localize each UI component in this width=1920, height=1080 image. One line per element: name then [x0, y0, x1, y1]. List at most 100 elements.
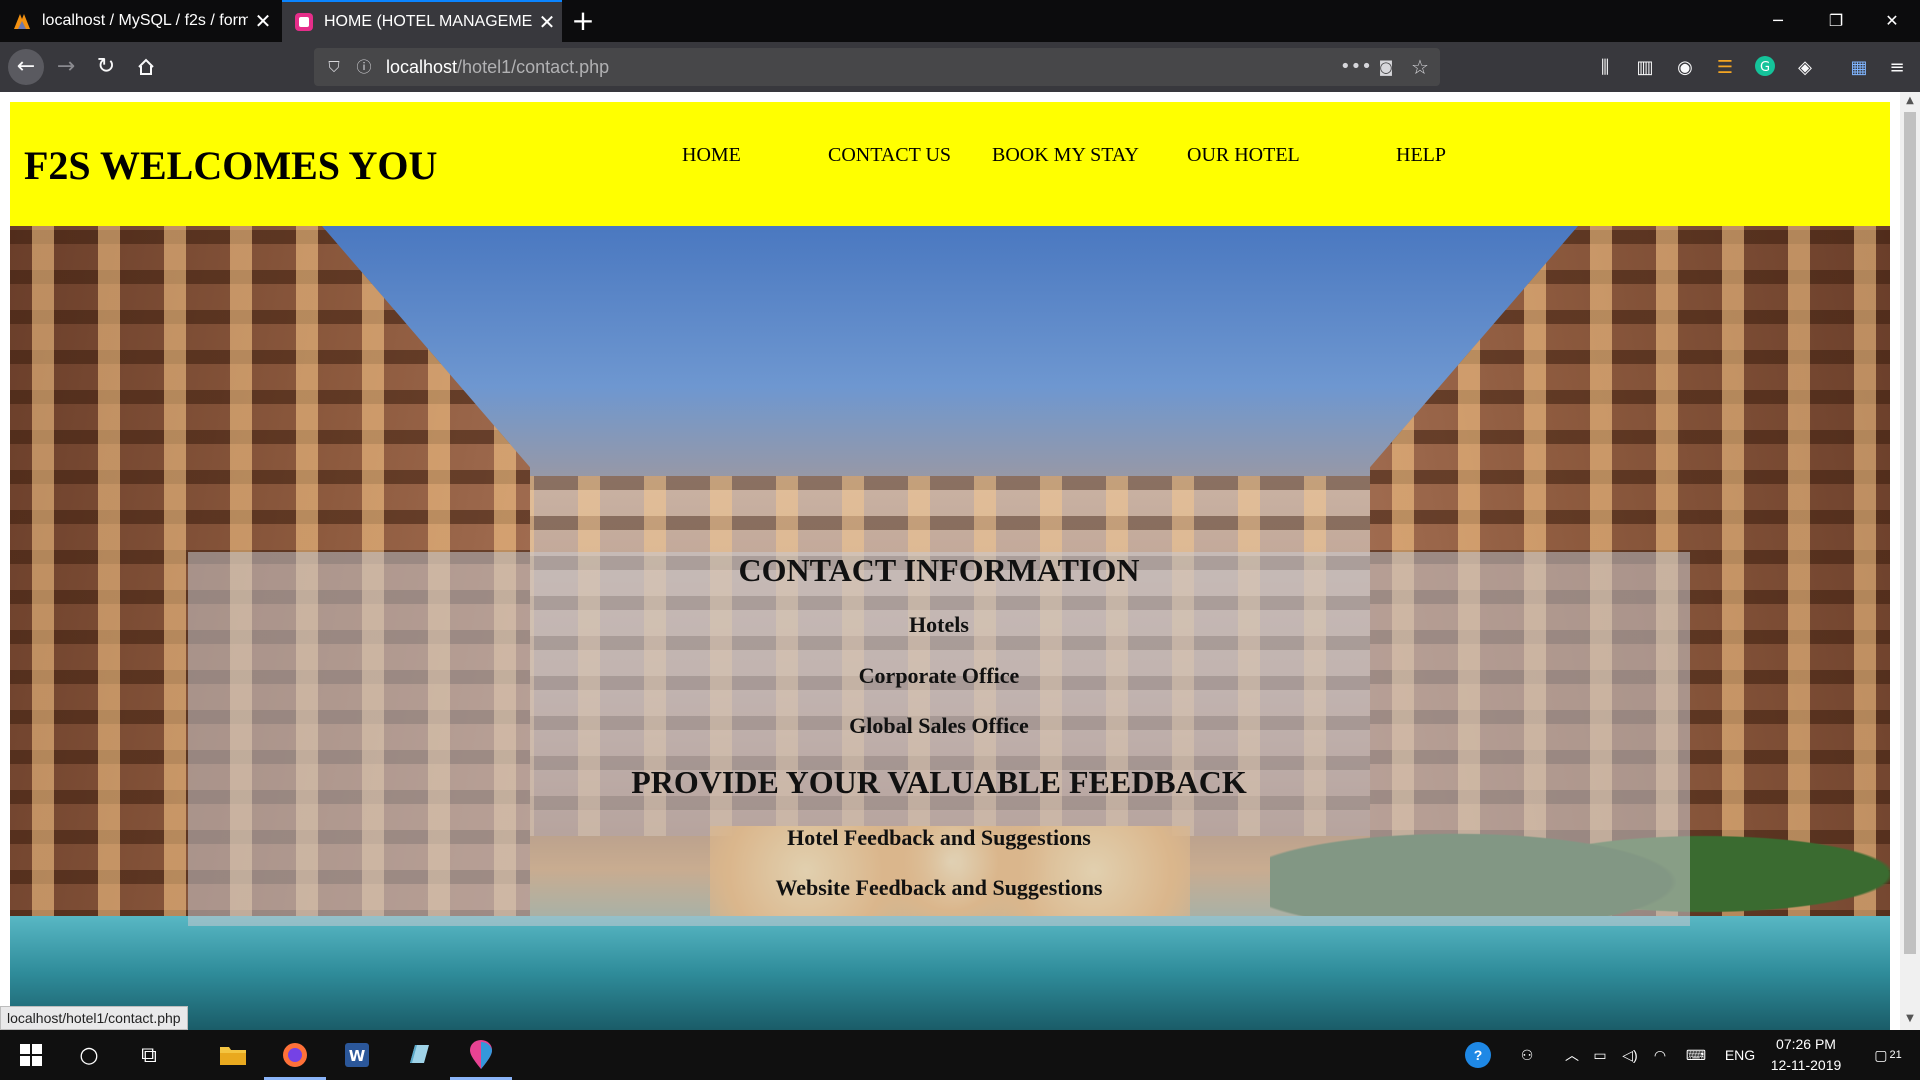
notification-icon: ▢: [1874, 1046, 1888, 1063]
notification-center[interactable]: ▢ 21: [1866, 1030, 1910, 1080]
website-feedback-link[interactable]: Website Feedback and Suggestions: [188, 875, 1690, 901]
nav-help-link[interactable]: HELP: [1396, 144, 1446, 167]
corporate-office-link[interactable]: Corporate Office: [188, 663, 1690, 689]
site-brand: F2S WELCOMES YOU: [24, 143, 438, 188]
tab-close-icon[interactable]: ✕: [248, 9, 278, 34]
feedback-heading: PROVIDE YOUR VALUABLE FEEDBACK: [631, 764, 1247, 800]
notification-count: 21: [1889, 1049, 1902, 1061]
minimize-button[interactable]: ─: [1748, 0, 1808, 42]
library-icon[interactable]: ⫼: [1592, 55, 1618, 81]
search-button[interactable]: ○: [58, 1030, 120, 1080]
tab-title: localhost / MySQL / f2s / form: [42, 12, 248, 29]
hotel-feedback-link[interactable]: Hotel Feedback and Suggestions: [188, 825, 1690, 851]
reader-list-icon[interactable]: ☰: [1712, 55, 1738, 81]
extension-icon[interactable]: ◈: [1792, 55, 1818, 81]
extensions-puzzle-icon[interactable]: ▦: [1846, 55, 1872, 81]
url-path: /hotel1/contact.php: [457, 57, 610, 77]
svg-text:W: W: [349, 1047, 366, 1065]
browser-nav-bar: ← → ↻ ⛉ ⓘ localhost/hotel1/contact.php •…: [0, 42, 1920, 92]
system-clock[interactable]: 07:26 PM 12-11-2019: [1758, 1034, 1854, 1076]
swimming-pool: [10, 916, 1890, 1030]
reload-button[interactable]: ↻: [88, 49, 124, 85]
contact-panel: CONTACT INFORMATION Hotels Corporate Off…: [188, 552, 1690, 926]
task-view-icon: ⧉: [141, 1042, 157, 1068]
home-icon: [138, 58, 154, 75]
address-bar[interactable]: ⛉ ⓘ localhost/hotel1/contact.php ••• ◙ ☆: [314, 48, 1440, 86]
browser-tab-bar: localhost / MySQL / f2s / form ✕ HOME (H…: [0, 0, 1920, 42]
windows-logo-icon: [20, 1044, 42, 1066]
show-hidden-icons[interactable]: ︿: [1560, 1030, 1584, 1080]
site-header: F2S WELCOMES YOU HOME CONTACT US BOOK MY…: [10, 102, 1890, 226]
svg-text:G: G: [1760, 60, 1770, 75]
global-sales-office-link[interactable]: Global Sales Office: [188, 713, 1690, 739]
bookmark-star-icon[interactable]: ☆: [1410, 57, 1430, 77]
account-icon[interactable]: ◉: [1672, 55, 1698, 81]
menu-hamburger-icon[interactable]: ≡: [1884, 55, 1910, 81]
site-favicon-icon: [295, 13, 313, 31]
battery-icon: ▭: [1593, 1046, 1607, 1063]
new-tab-button[interactable]: +: [568, 4, 598, 38]
people-tray[interactable]: ⚇: [1512, 1030, 1542, 1080]
page-scrollbar[interactable]: ▲ ▼: [1900, 92, 1920, 1030]
taskbar-word[interactable]: W: [326, 1030, 388, 1080]
status-url-bar: localhost/hotel1/contact.php: [0, 1006, 188, 1030]
scroll-up-icon[interactable]: ▲: [1900, 92, 1920, 110]
task-view-button[interactable]: ⧉: [118, 1030, 180, 1080]
wifi-icon: ◠: [1653, 1046, 1667, 1063]
taskbar-maps[interactable]: [450, 1030, 512, 1080]
page-actions-icon[interactable]: •••: [1340, 57, 1372, 77]
nav-our-hotel-link[interactable]: OUR HOTEL: [1187, 144, 1300, 167]
tab-hotel-management[interactable]: HOME (HOTEL MANAGEMENT) ✕: [282, 0, 562, 42]
tab-close-icon[interactable]: ✕: [532, 10, 562, 35]
start-button[interactable]: [0, 1030, 62, 1080]
nav-home-link[interactable]: HOME: [682, 144, 741, 167]
pocket-icon[interactable]: ◙: [1376, 57, 1396, 77]
info-icon[interactable]: ⓘ: [354, 57, 374, 77]
clock-time: 07:26 PM: [1776, 1036, 1836, 1052]
contact-heading: CONTACT INFORMATION: [738, 552, 1140, 588]
back-button[interactable]: ←: [8, 49, 44, 85]
home-button[interactable]: [128, 49, 164, 85]
grammarly-icon[interactable]: G: [1752, 55, 1778, 81]
tab-title: HOME (HOTEL MANAGEMENT): [324, 13, 532, 30]
cortana-circle-icon: ○: [79, 1042, 99, 1068]
tab-phpmyadmin[interactable]: localhost / MySQL / f2s / form ✕: [0, 0, 278, 42]
language-indicator[interactable]: ENG: [1720, 1030, 1760, 1080]
app-tile-icon: [410, 1045, 429, 1063]
reload-icon: ↻: [96, 54, 116, 79]
wifi-tray[interactable]: ◠: [1648, 1030, 1672, 1080]
scroll-down-icon[interactable]: ▼: [1900, 1010, 1920, 1028]
map-pin-icon: [470, 1040, 492, 1069]
folder-icon: [220, 1047, 246, 1065]
chevron-up-icon: ︿: [1565, 1047, 1579, 1063]
battery-tray[interactable]: ▭: [1588, 1030, 1612, 1080]
clock-date: 12-11-2019: [1770, 1057, 1842, 1073]
volume-tray[interactable]: ◁): [1618, 1030, 1642, 1080]
help-question-icon: ?: [1465, 1042, 1491, 1068]
arrow-right-icon: →: [56, 54, 76, 79]
nav-contact-link[interactable]: CONTACT US: [828, 144, 951, 167]
shield-icon[interactable]: ⛉: [324, 57, 344, 77]
restore-button[interactable]: ❐: [1806, 0, 1866, 42]
taskbar-file-explorer[interactable]: [202, 1030, 264, 1080]
windows-taskbar: ○ ⧉ W ? ⚇ ︿ ▭ ◁) ◠ ⌨ ENG 07:26 PM 12-11-…: [0, 1030, 1920, 1080]
keyboard-tray[interactable]: ⌨: [1680, 1030, 1712, 1080]
people-icon: ⚇: [1520, 1046, 1534, 1063]
scrollbar-thumb[interactable]: [1904, 112, 1916, 954]
taskbar-app[interactable]: [388, 1030, 450, 1080]
phpmyadmin-icon: [14, 14, 30, 29]
close-window-button[interactable]: ✕: [1862, 0, 1920, 42]
page-viewport: F2S WELCOMES YOU HOME CONTACT US BOOK MY…: [0, 92, 1920, 1030]
word-icon: W: [345, 1043, 369, 1067]
volume-icon: ◁): [1622, 1046, 1638, 1063]
taskbar-firefox[interactable]: [264, 1030, 326, 1080]
hotels-link[interactable]: Hotels: [188, 612, 1690, 638]
sidebar-icon[interactable]: ▥: [1632, 55, 1658, 81]
forward-button[interactable]: →: [48, 49, 84, 85]
keyboard-icon: ⌨: [1685, 1046, 1707, 1063]
help-tray[interactable]: ?: [1460, 1030, 1496, 1080]
url-text[interactable]: localhost/hotel1/contact.php: [386, 57, 609, 78]
firefox-icon: [283, 1043, 307, 1067]
nav-book-link[interactable]: BOOK MY STAY: [992, 144, 1139, 167]
arrow-left-icon: ←: [16, 54, 36, 79]
